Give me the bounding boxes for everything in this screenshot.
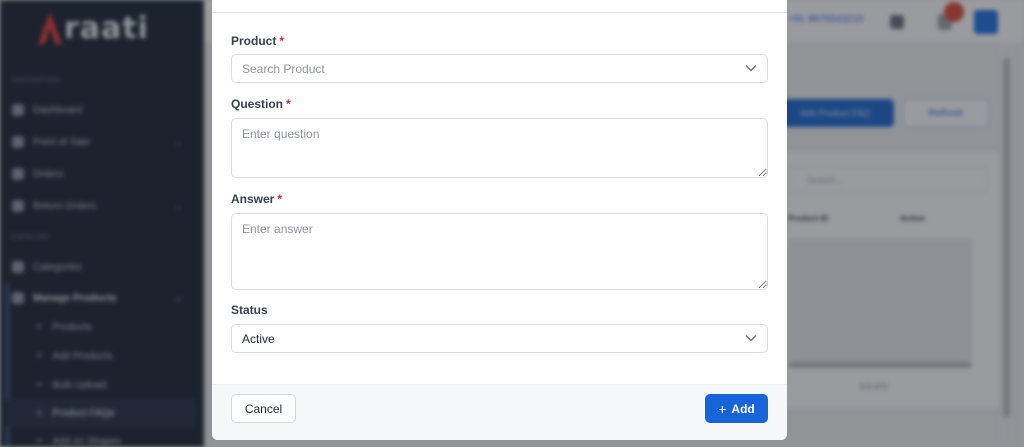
add-button-label: Add: [731, 401, 755, 416]
product-label: Product *: [231, 34, 285, 48]
plus-icon: +: [718, 400, 727, 417]
status-select[interactable]: Active: [231, 324, 768, 353]
status-select-value: Active: [242, 331, 275, 346]
modal-footer: Cancel + Add: [212, 384, 787, 440]
question-label: Question *: [231, 97, 291, 111]
question-textarea[interactable]: [231, 118, 768, 178]
product-select-placeholder: Search Product: [242, 61, 325, 76]
add-button[interactable]: + Add: [705, 394, 768, 423]
cancel-button[interactable]: Cancel: [231, 394, 296, 423]
modal-header-divider: [212, 12, 787, 13]
status-label: Status: [231, 303, 268, 317]
chevron-down-icon: [745, 64, 757, 72]
add-product-faq-modal: Product* Search Product Question* Answer…: [212, 0, 787, 440]
required-mark: *: [277, 192, 283, 206]
product-select[interactable]: Search Product: [231, 54, 768, 83]
required-mark: *: [286, 97, 291, 111]
answer-textarea[interactable]: [231, 213, 768, 290]
chevron-down-icon: [745, 334, 757, 342]
answer-label: Answer *: [231, 192, 283, 206]
required-mark: *: [279, 34, 285, 48]
